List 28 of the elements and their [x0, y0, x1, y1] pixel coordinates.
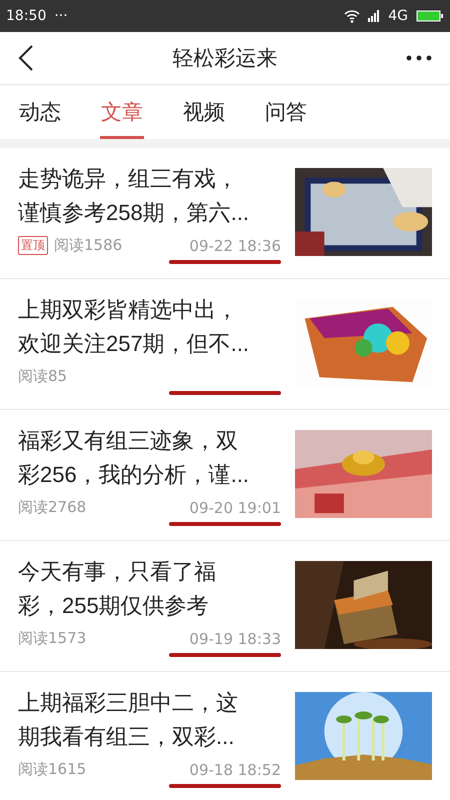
more-dots: ··· — [54, 8, 68, 24]
page-title: 轻松彩运来 — [172, 46, 278, 70]
more-button[interactable] — [406, 55, 432, 61]
wifi-icon — [344, 9, 360, 23]
publish-time: 09-20 19:01 — [189, 498, 281, 516]
status-time: 18:50 — [6, 8, 46, 24]
article-title[interactable]: 上期双彩皆精选中出，欢迎关注257期，但不... — [18, 293, 254, 361]
read-count: 阅读1586 — [54, 236, 122, 255]
article-title[interactable]: 上期福彩三胆中二，这期我看有组三，双彩... — [18, 686, 254, 754]
tab[interactable]: 动态 — [18, 85, 62, 139]
back-button[interactable] — [18, 45, 34, 71]
tab[interactable]: 问答 — [264, 85, 308, 139]
article-title[interactable]: 福彩又有组三迹象，双彩256，我的分析，谨... — [18, 424, 254, 492]
read-count: 阅读1573 — [18, 629, 86, 648]
tab[interactable]: 视频 — [182, 85, 226, 139]
signal-icon — [368, 10, 380, 22]
battery-icon — [416, 10, 444, 22]
article-title[interactable]: 走势诡异，组三有戏，谨慎参考258期，第六... — [18, 162, 254, 230]
publish-time: 09-22 18:36 — [189, 236, 281, 254]
read-count: 阅读1615 — [18, 760, 86, 779]
tab[interactable]: 文章 — [100, 85, 144, 139]
network-label: 4G — [388, 8, 408, 24]
pinned-tag: 置顶 — [18, 236, 48, 255]
article-title[interactable]: 今天有事，只看了福彩，255期仅供参考 — [18, 555, 254, 623]
publish-time: 09-19 18:33 — [189, 630, 281, 648]
publish-time: 09-18 18:52 — [189, 760, 281, 778]
read-count: 阅读85 — [18, 367, 68, 386]
read-count: 阅读2768 — [18, 498, 86, 517]
